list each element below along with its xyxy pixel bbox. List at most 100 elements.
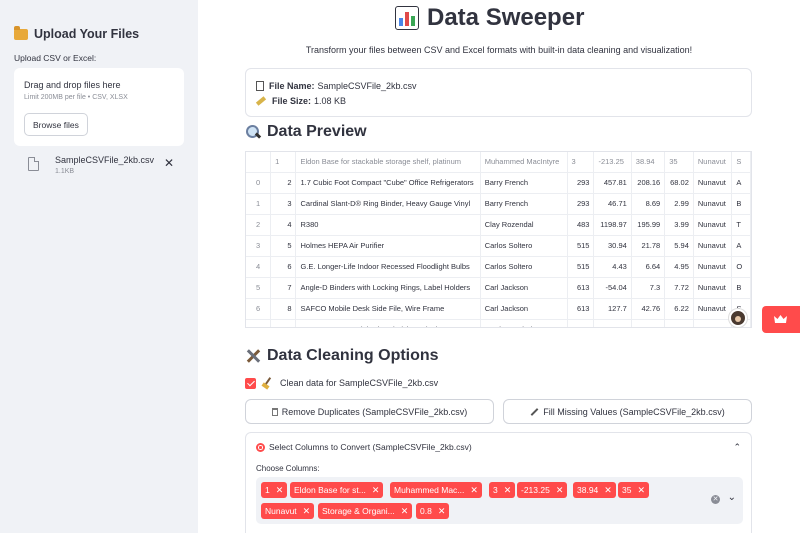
table-cell: 7.3 (631, 277, 666, 299)
clean-data-checkbox[interactable] (245, 377, 256, 389)
clean-data-checkbox-row[interactable]: Clean data for SampleCSVFile_2kb.csv (245, 377, 438, 389)
file-name-row: File Name: SampleCSVFile_2kb.csv (256, 78, 741, 93)
column-tag[interactable]: Muhammed Mac... ✕ (390, 482, 482, 498)
column-header[interactable]: Nunavut (693, 152, 733, 173)
column-header[interactable]: 38.94 (631, 152, 666, 173)
tag-remove-icon[interactable]: ✕ (604, 485, 612, 496)
table-cell: 195.99 (631, 214, 666, 236)
table-cell: 3 (270, 193, 297, 215)
row-index-cell: 0 (246, 172, 272, 194)
tag-remove-icon[interactable]: ✕ (470, 485, 478, 496)
column-tag[interactable]: 35 ✕ (618, 482, 650, 498)
table-cell: 46.71 (593, 193, 632, 215)
remove-duplicates-button[interactable]: Remove Duplicates (SampleCSVFile_2kb.csv… (245, 399, 494, 424)
table-cell: 1198.97 (593, 214, 632, 236)
table-cell: 613 (567, 298, 595, 320)
avatar[interactable] (729, 309, 747, 327)
table-row[interactable]: 5 7 Angle-D Binders with Locking Rings, La… (246, 277, 751, 299)
table-cell: 5 (270, 235, 297, 257)
tag-remove-icon[interactable]: ✕ (556, 485, 564, 496)
expander-header[interactable]: Select Columns to Convert (SampleCSVFile… (256, 442, 472, 452)
column-header[interactable]: S (731, 152, 751, 173)
table-cell: B (731, 193, 751, 215)
column-header[interactable]: Muhammed MacIntyre (480, 152, 568, 173)
column-tag[interactable]: Nunavut ✕ (261, 503, 315, 519)
column-tag[interactable]: Eldon Base for st... ✕ (290, 482, 384, 498)
sidebar-title-text: Upload Your Files (34, 27, 140, 41)
file-name-label: File Name: (269, 80, 315, 91)
table-row[interactable]: 4 6 G.E. Longer-Life Indoor Recessed Flood… (246, 256, 751, 278)
column-tag[interactable]: 38.94 ✕ (573, 482, 616, 498)
table-cell: 2 (270, 172, 297, 194)
tag-label: 38.94 (577, 485, 599, 495)
table-cell: 643 (567, 319, 595, 327)
row-index-cell: 4 (246, 256, 272, 278)
table-row[interactable]: 0 2 1.7 Cubic Foot Compact "Cube" Office R… (246, 172, 751, 194)
table-cell: G.E. Longer-Life Indoor Recessed Floodli… (295, 256, 481, 278)
select-columns-expander: Select Columns to Convert (SampleCSVFile… (245, 432, 752, 533)
remove-file-icon[interactable]: ✕ (164, 157, 174, 169)
tag-remove-icon[interactable]: ✕ (401, 506, 409, 517)
document-icon (256, 80, 264, 91)
crown-icon (774, 315, 787, 323)
tag-remove-icon[interactable]: ✕ (438, 506, 446, 517)
fill-missing-values-button[interactable]: Fill Missing Values (SampleCSVFile_2kb.c… (503, 399, 752, 424)
column-tag[interactable]: 0.8 ✕ (416, 503, 450, 519)
tag-remove-icon[interactable]: ✕ (637, 485, 645, 496)
table-row[interactable]: 3 5 Holmes HEPA Air Purifier Carlos Soltero… (246, 235, 751, 257)
table-cell: 6 (270, 256, 297, 278)
table-cell: Nunavut (693, 172, 733, 194)
bar-chart-icon (395, 6, 419, 30)
tag-label: 1 (265, 485, 270, 495)
table-cell: Monica Federle (480, 319, 568, 327)
table-row[interactable]: 1 3 Cardinal Slant-D® Ring Binder, Heavy G… (246, 193, 751, 215)
table-cell: A (731, 172, 751, 194)
table-cell: Nunavut (693, 298, 733, 320)
table-cell: Holmes HEPA Air Purifier (295, 235, 481, 257)
table-cell: 1.7 Cubic Foot Compact "Cube" Office Ref… (295, 172, 481, 194)
file-dropzone[interactable]: Drag and drop files here Limit 200MB per… (14, 68, 184, 146)
data-preview-table[interactable]: 1 Eldon Base for stackable storage shelf… (245, 151, 752, 328)
columns-multiselect[interactable]: 1 ✕ Eldon Base for st... ✕ Muhammed Mac...… (256, 477, 743, 524)
dropzone-limit: Limit 200MB per file • CSV, XLSX (24, 94, 128, 101)
clear-all-icon[interactable]: ✕ (711, 495, 720, 504)
table-row[interactable]: 79SAFCO Commercial Wire Shelving, BlackM… (246, 319, 751, 327)
chevron-down-icon[interactable]: ⌄ (728, 492, 736, 503)
column-header[interactable]: 35 (664, 152, 694, 173)
tag-remove-icon[interactable]: ✕ (504, 485, 512, 496)
streamlit-badge-tab[interactable] (762, 306, 800, 333)
table-cell: Nunavut (693, 235, 733, 257)
page-title: Data Sweeper (395, 4, 584, 32)
tag-remove-icon[interactable]: ✕ (276, 485, 284, 496)
table-header-row: 1 Eldon Base for stackable storage shelf… (246, 152, 751, 173)
chevron-up-icon[interactable]: ⌃ (733, 442, 741, 453)
column-tag[interactable]: Storage & Organi... ✕ (318, 503, 413, 519)
column-header[interactable]: 3 (567, 152, 595, 173)
column-tag[interactable]: 3 ✕ (489, 482, 516, 498)
broom-icon (262, 377, 274, 389)
target-icon (256, 442, 265, 452)
table-row[interactable]: 6 8 SAFCO Mobile Desk Side File, Wire Fram… (246, 298, 751, 320)
column-header[interactable]: -213.25 (593, 152, 632, 173)
table-cell: 68.02 (664, 172, 694, 194)
table-cell: 4.95 (664, 256, 694, 278)
sidebar: Upload Your Files Upload CSV or Excel: D… (0, 0, 198, 533)
table-cell: 7 (270, 277, 297, 299)
tag-remove-icon[interactable]: ✕ (303, 506, 311, 517)
column-header[interactable]: 1 (270, 152, 297, 173)
column-header[interactable] (246, 152, 272, 173)
tag-label: Eldon Base for st... (294, 485, 366, 495)
data-preview-title: Data Preview (267, 123, 367, 140)
tag-label: 35 (622, 485, 632, 495)
tag-remove-icon[interactable]: ✕ (372, 485, 380, 496)
table-cell: 6.22 (664, 298, 694, 320)
table-row[interactable]: 2 4 R380 Clay Rozendal 483 1198.97 195.99 3.99 N… (246, 214, 751, 236)
main-content: Data Sweeper Transform your files betwee… (198, 0, 800, 533)
column-tag[interactable]: -213.25 ✕ (517, 482, 568, 498)
table-cell: 7.72 (664, 277, 694, 299)
table-cell: 515 (567, 235, 595, 257)
table-cell: Cardinal Slant-D® Ring Binder, Heavy Gau… (295, 193, 481, 215)
browse-files-button[interactable]: Browse files (24, 113, 88, 136)
column-tag[interactable]: 1 ✕ (261, 482, 288, 498)
column-header[interactable]: Eldon Base for stackable storage shelf, … (295, 152, 481, 173)
